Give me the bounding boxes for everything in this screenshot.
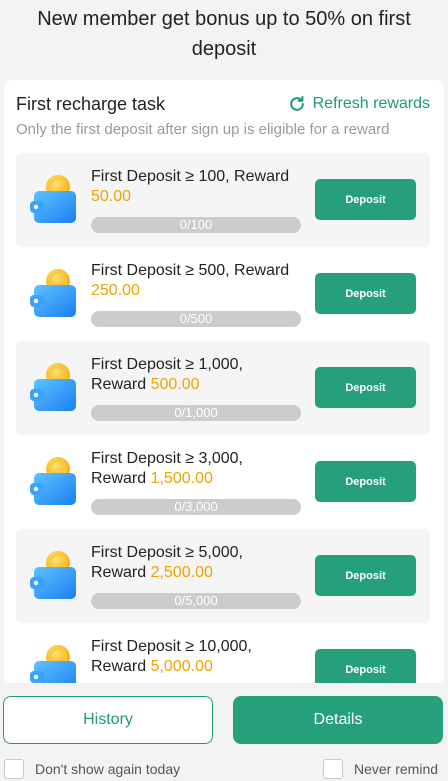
task-condition: First Deposit ≥ 100, Reward bbox=[91, 168, 290, 185]
never-remind-checkbox-row[interactable]: Never remind bbox=[323, 759, 438, 779]
task-progress-label: 0/500 bbox=[179, 311, 213, 326]
task-description: First Deposit ≥ 1,000, Reward 500.00 bbox=[91, 355, 306, 395]
recharge-task-card: First recharge task Refresh rewards Only… bbox=[4, 80, 444, 683]
task-row: First Deposit ≥ 500, Reward 250.00 0/500 D… bbox=[16, 247, 430, 341]
task-reward-prefix: Reward bbox=[91, 470, 151, 487]
task-condition: First Deposit ≥ 5,000, bbox=[91, 544, 243, 561]
task-row: First Deposit ≥ 1,000, Reward 500.00 0/1,0… bbox=[16, 341, 430, 435]
task-progress-label: 0/5,000 bbox=[174, 593, 218, 608]
task-progress-bar: 0/100 bbox=[91, 217, 301, 233]
dont-show-today-checkbox[interactable] bbox=[4, 759, 24, 779]
task-condition: First Deposit ≥ 500, Reward bbox=[91, 262, 290, 279]
card-header: First recharge task Refresh rewards bbox=[16, 92, 430, 116]
deposit-button[interactable]: Deposit bbox=[315, 461, 416, 502]
task-progress-label: 0/100 bbox=[179, 217, 213, 232]
details-button[interactable]: Details bbox=[233, 696, 443, 744]
wallet-coin-icon bbox=[30, 457, 76, 505]
refresh-icon bbox=[289, 95, 304, 111]
dont-show-today-checkbox-row[interactable]: Don't show again today bbox=[4, 759, 180, 779]
history-button[interactable]: History bbox=[3, 696, 213, 744]
task-reward-prefix: Reward bbox=[91, 564, 151, 581]
task-reward-prefix: Reward bbox=[91, 658, 151, 675]
never-remind-checkbox[interactable] bbox=[323, 759, 343, 779]
never-remind-label: Never remind bbox=[354, 761, 439, 777]
deposit-button[interactable]: Deposit bbox=[315, 367, 416, 408]
bottom-bar: History Details Don't show again today N… bbox=[0, 683, 448, 781]
task-reward-amount: 2,500.00 bbox=[150, 564, 213, 581]
task-description: First Deposit ≥ 5,000, Reward 2,500.00 bbox=[91, 543, 306, 583]
wallet-coin-icon bbox=[30, 175, 76, 223]
wallet-coin-icon bbox=[30, 269, 76, 317]
task-reward-amount: 250.00 bbox=[91, 282, 140, 299]
task-progress-bar: 0/500 bbox=[91, 311, 301, 327]
promo-title: New member get bonus up to 50% on first … bbox=[37, 8, 411, 60]
deposit-button[interactable]: Deposit bbox=[315, 273, 416, 314]
task-row: First Deposit ≥ 5,000, Reward 2,500.00 0/5… bbox=[16, 529, 430, 623]
task-progress-label: 0/3,000 bbox=[174, 499, 218, 514]
card-subtitle: Only the first deposit after sign up is … bbox=[16, 121, 390, 138]
refresh-rewards-label: Refresh rewards bbox=[312, 95, 430, 112]
task-condition: First Deposit ≥ 3,000, bbox=[91, 450, 243, 467]
card-title: First recharge task bbox=[16, 94, 166, 114]
task-row: First Deposit ≥ 10,000,Reward 5,000.000/… bbox=[16, 623, 430, 683]
task-reward-amount: 500.00 bbox=[150, 376, 200, 393]
wallet-coin-icon bbox=[30, 363, 76, 411]
wallet-coin-icon bbox=[30, 645, 76, 683]
deposit-button[interactable]: Deposit bbox=[315, 179, 416, 220]
task-reward-prefix: Reward bbox=[91, 376, 151, 393]
task-progress-bar: 0/5,000 bbox=[91, 593, 301, 609]
task-list: First Deposit ≥ 100, Reward 50.00 0/100 De… bbox=[16, 153, 430, 683]
task-description: First Deposit ≥ 500, Reward 250.00 bbox=[91, 261, 306, 301]
task-condition: First Deposit ≥ 1,000, bbox=[91, 356, 243, 373]
task-description: First Deposit ≥ 10,000, Reward 5,000.00 bbox=[91, 637, 306, 677]
task-progress-bar: 0/3,000 bbox=[91, 499, 301, 515]
wallet-coin-icon bbox=[30, 551, 76, 599]
task-condition: First Deposit ≥ 10,000, bbox=[91, 638, 252, 655]
refresh-rewards-button[interactable]: Refresh rewards bbox=[287, 92, 430, 116]
task-description: First Deposit ≥ 3,000, Reward 1,500.00 bbox=[91, 449, 306, 489]
task-reward-amount: 1,500.00 bbox=[150, 470, 213, 487]
deposit-button[interactable]: Deposit bbox=[315, 649, 416, 683]
task-progress-bar: 0/1,000 bbox=[91, 405, 301, 421]
deposit-button[interactable]: Deposit bbox=[315, 555, 416, 596]
task-reward-amount: 50.00 bbox=[91, 188, 132, 205]
dont-show-today-label: Don't show again today bbox=[35, 761, 181, 777]
task-row: First Deposit ≥ 3,000, Reward 1,500.00 0/3… bbox=[16, 435, 430, 529]
task-row: First Deposit ≥ 100, Reward 50.00 0/100 De… bbox=[16, 153, 430, 247]
task-reward-amount: 5,000.00 bbox=[150, 658, 213, 675]
task-description: First Deposit ≥ 100, Reward 50.00 bbox=[91, 167, 306, 207]
task-progress-label: 0/1,000 bbox=[174, 405, 218, 420]
